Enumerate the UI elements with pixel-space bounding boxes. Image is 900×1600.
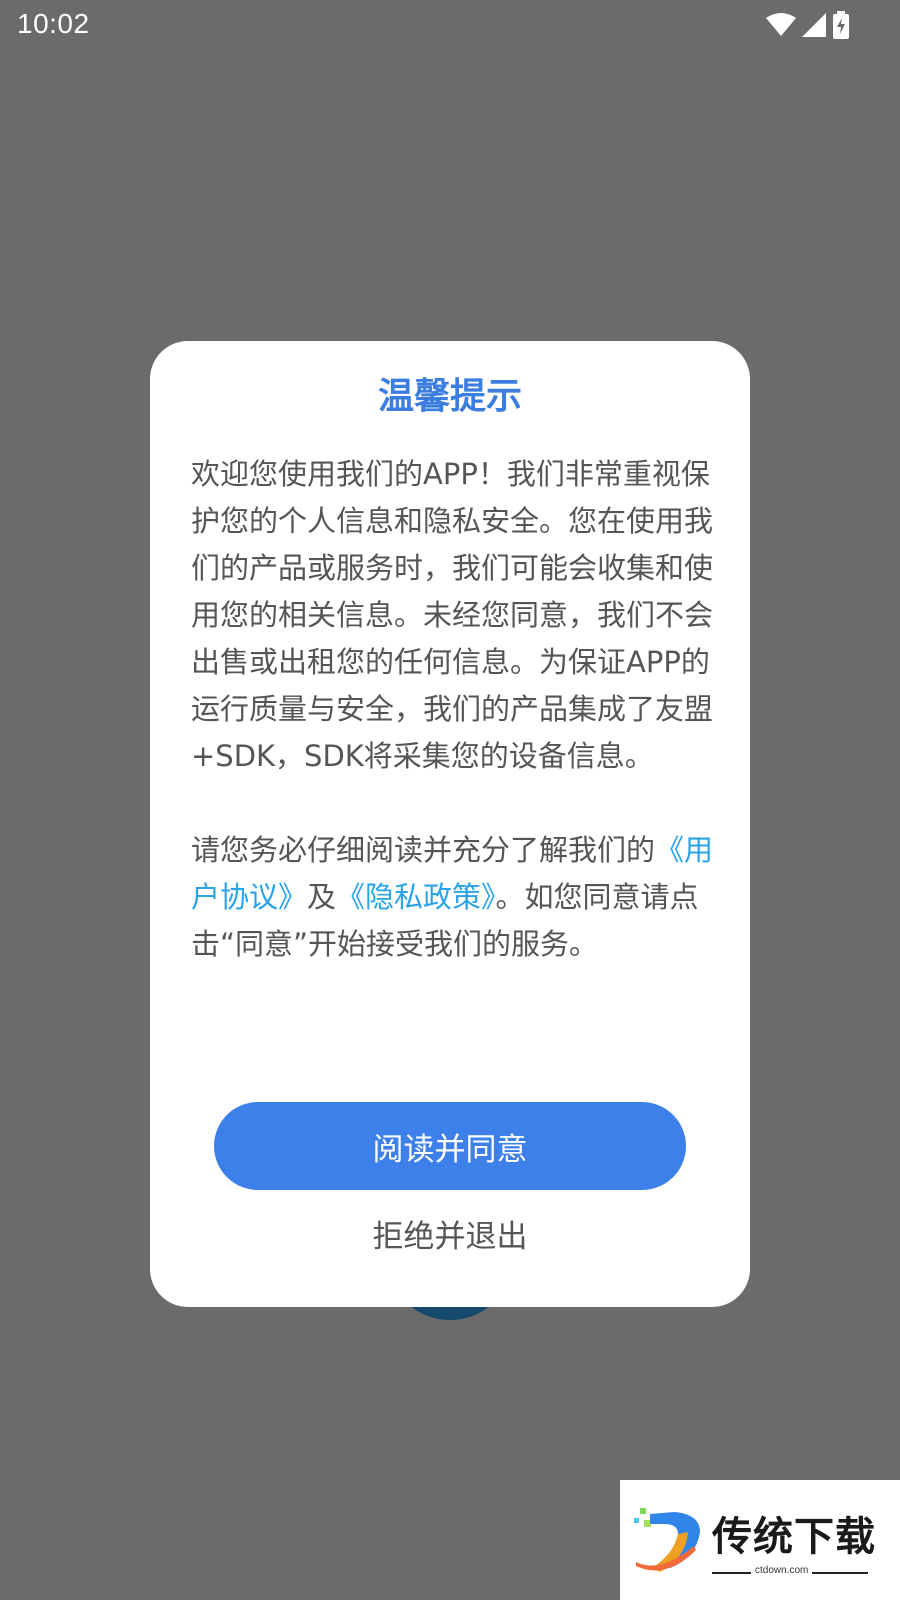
watermark: 传统下载 ctdown.com — [620, 1480, 900, 1600]
status-icons — [766, 10, 850, 40]
privacy-policy-link[interactable]: 《隐私政策》 — [336, 880, 496, 914]
wifi-icon — [766, 13, 796, 37]
dialog-body: 欢迎您使用我们的APP！我们非常重视保护您的个人信息和隐私安全。您在使用我们的产… — [191, 451, 716, 968]
ctdown-logo-icon — [630, 1502, 706, 1582]
watermark-domain: ctdown.com — [751, 1565, 813, 1576]
dialog-title: 温馨提示 — [377, 376, 522, 417]
privacy-notice-text: 欢迎您使用我们的APP！我们非常重视保护您的个人信息和隐私安全。您在使用我们的产… — [191, 457, 714, 773]
agree-button[interactable]: 阅读并同意 — [214, 1102, 686, 1190]
agreement-notice: 请您务必仔细阅读并充分了解我们的《用户协议》及《隐私政策》。如您同意请点击“同意… — [191, 827, 716, 968]
battery-charging-icon — [832, 11, 850, 39]
cellular-signal-icon — [802, 13, 826, 37]
reject-exit-button[interactable]: 拒绝并退出 — [214, 1203, 686, 1263]
agreement-conjunction: 及 — [307, 880, 337, 914]
status-bar: 10:02 — [0, 0, 900, 50]
status-time: 10:02 — [17, 8, 90, 39]
watermark-brand: 传统下载 — [712, 1514, 876, 1560]
agreement-text-before: 请您务必仔细阅读并充分了解我们的 — [191, 833, 656, 867]
privacy-dialog: 温馨提示 欢迎您使用我们的APP！我们非常重视保护您的个人信息和隐私安全。您在使… — [150, 341, 750, 1307]
